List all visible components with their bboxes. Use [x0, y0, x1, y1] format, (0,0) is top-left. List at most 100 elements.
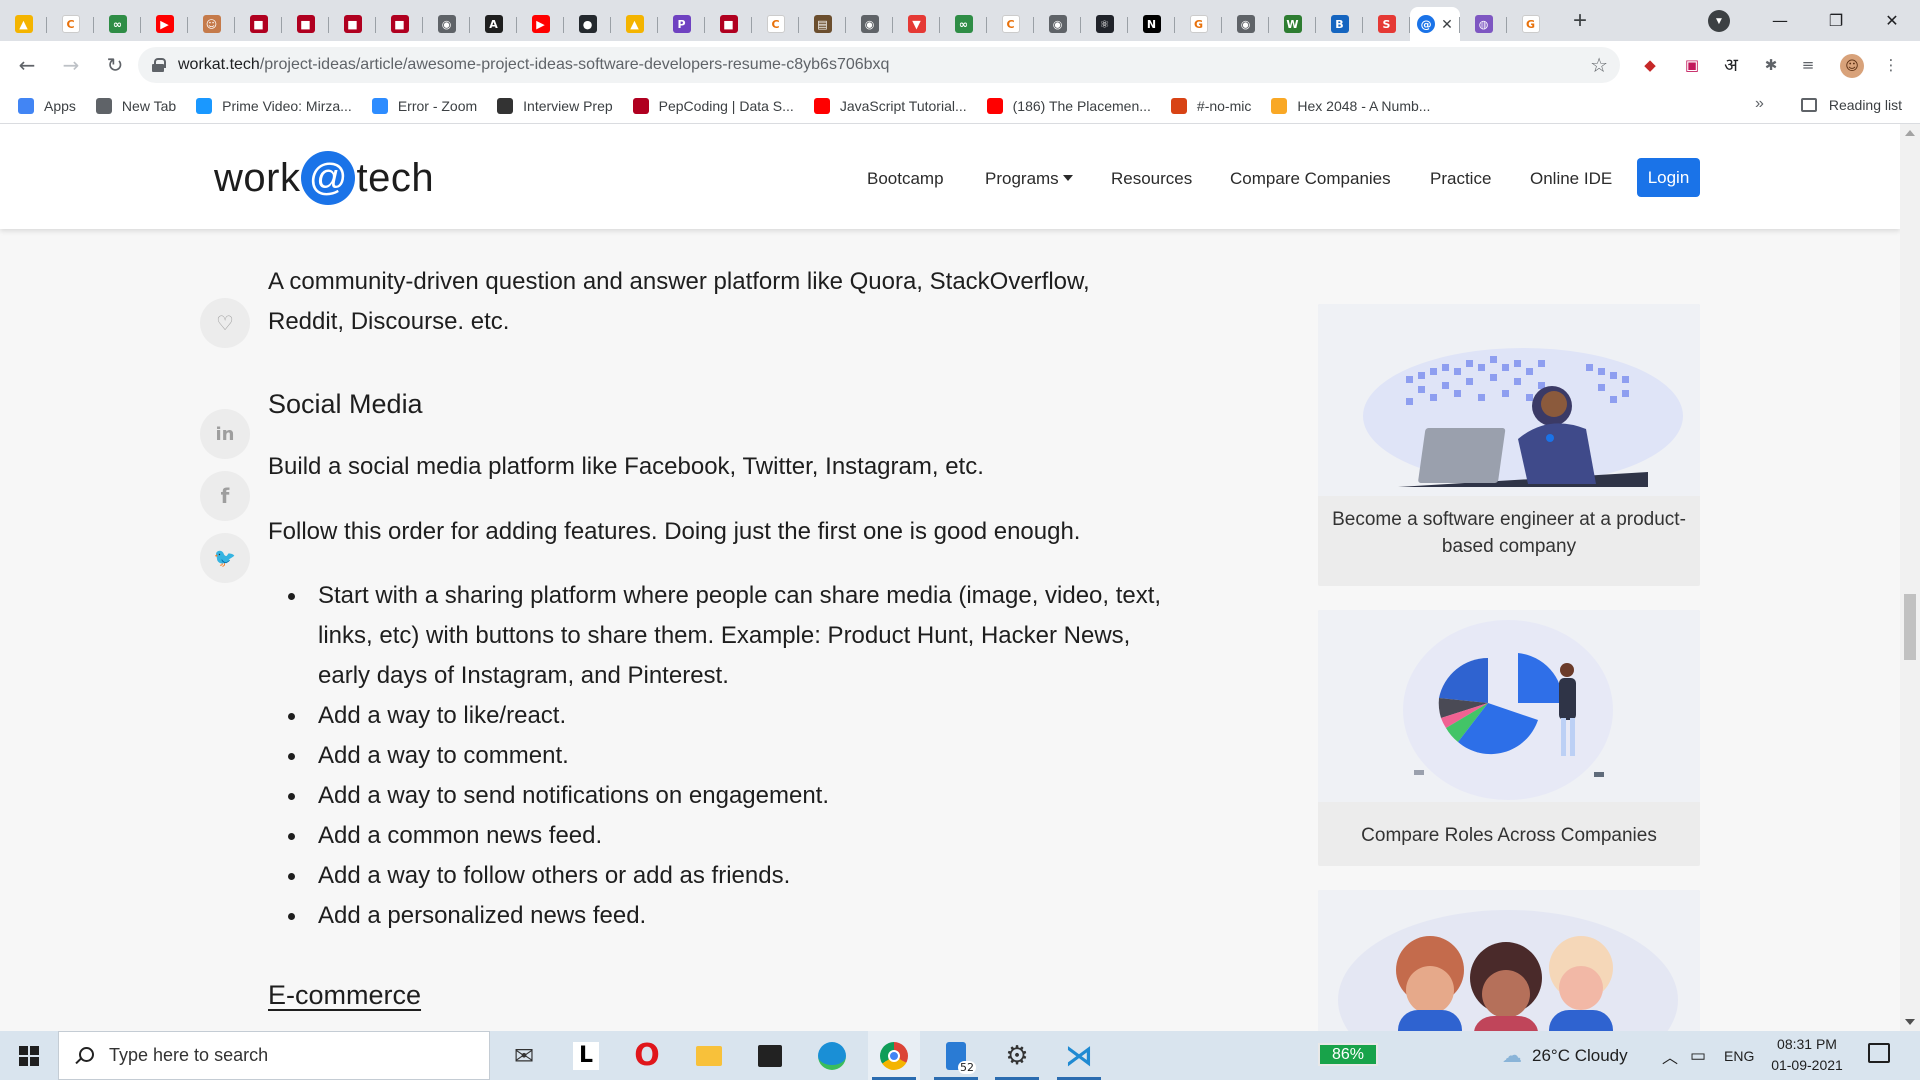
close-window-button[interactable]: ✕ — [1864, 0, 1920, 41]
reload-button[interactable]: ↻ — [98, 48, 132, 82]
bookmark-item[interactable]: New Tab — [95, 97, 176, 114]
lock-icon[interactable] — [152, 58, 166, 72]
extensions-puzzle-icon[interactable]: ✱ — [1760, 54, 1782, 76]
file-explorer-icon[interactable] — [683, 1031, 735, 1080]
weather-widget[interactable]: ☁ 26°C Cloudy — [1502, 1031, 1628, 1080]
profile-avatar-icon[interactable]: ☺ — [1840, 54, 1864, 78]
bookmark-item[interactable]: JavaScript Tutorial... — [813, 97, 967, 114]
nav-practice[interactable]: Practice — [1430, 169, 1491, 189]
forward-button[interactable]: → — [54, 48, 88, 82]
show-hidden-icons-chevron-icon[interactable]: ︿ — [1662, 1031, 1678, 1080]
chrome-taskbar-icon[interactable] — [868, 1031, 920, 1080]
vscode-icon[interactable]: ⋊ — [1053, 1031, 1105, 1080]
chrome-menu-icon[interactable]: ⋮ — [1883, 54, 1899, 76]
minimize-button[interactable]: — — [1752, 0, 1808, 41]
browser-tab[interactable]: ■ — [705, 7, 752, 41]
bookmark-item[interactable]: PepCoding | Data S... — [632, 97, 794, 114]
nav-online-ide[interactable]: Online IDE — [1530, 169, 1612, 189]
active-tab[interactable]: @ ✕ — [1410, 7, 1460, 41]
browser-tab[interactable]: A — [470, 7, 517, 41]
bookmark-item[interactable]: Interview Prep — [497, 97, 613, 114]
login-button[interactable]: Login — [1637, 158, 1700, 197]
microsoft-store-icon[interactable] — [744, 1031, 796, 1080]
phone-link-icon[interactable]: 52 — [930, 1031, 982, 1080]
close-tab-icon[interactable]: ✕ — [1441, 16, 1453, 33]
browser-tab[interactable]: B — [1316, 7, 1363, 41]
browser-tab[interactable]: ▲ — [0, 7, 47, 41]
lighthouse-l-icon[interactable]: L — [560, 1031, 612, 1080]
browser-tab[interactable]: ◉ — [423, 7, 470, 41]
bookmark-item[interactable]: Hex 2048 - A Numb... — [1271, 97, 1430, 114]
new-tab-button[interactable]: + — [1560, 4, 1600, 38]
browser-tab[interactable]: ◉ — [846, 7, 893, 41]
browser-tab[interactable]: ∞ — [94, 7, 141, 41]
tab-search-icon[interactable]: ▼ — [1708, 10, 1730, 32]
settings-gear-icon[interactable]: ⚙ — [991, 1031, 1043, 1080]
browser-tab[interactable]: P — [658, 7, 705, 41]
browser-tab[interactable]: G — [1175, 7, 1222, 41]
bookmark-item[interactable]: Prime Video: Mirza... — [196, 97, 352, 114]
battery-indicator[interactable]: 86% — [1318, 1043, 1378, 1066]
compare-roles-card[interactable]: Compare Roles Across Companies — [1318, 610, 1700, 866]
browser-tab[interactable]: ⚛ — [1081, 7, 1128, 41]
bootcamp-promo-card[interactable]: Become a software engineer at a product-… — [1318, 304, 1700, 586]
taskbar-clock[interactable]: 08:31 PM 01-09-2021 — [1752, 1034, 1862, 1076]
reading-list-button[interactable]: Reading list — [1800, 97, 1902, 113]
workattech-logo[interactable]: work @ tech — [214, 151, 434, 205]
scroll-up-arrow-icon[interactable] — [1905, 130, 1915, 136]
browser-tab[interactable]: C — [987, 7, 1034, 41]
browser-tab[interactable]: ∞ — [940, 7, 987, 41]
browser-tab[interactable]: S — [1363, 7, 1410, 41]
hindi-input-extension-icon[interactable]: अ — [1720, 54, 1742, 76]
bookmark-item[interactable]: #⁠-no-mic — [1170, 97, 1251, 114]
browser-tab[interactable]: ▲ — [611, 7, 658, 41]
nav-resources[interactable]: Resources — [1111, 169, 1192, 189]
scroll-down-arrow-icon[interactable] — [1905, 1019, 1915, 1025]
browser-tab[interactable]: ● — [564, 7, 611, 41]
edge-icon[interactable] — [806, 1031, 858, 1080]
language-indicator[interactable]: ENG — [1724, 1031, 1754, 1080]
twitter-icon[interactable]: 🐦 — [200, 533, 250, 583]
pocket-extension-icon[interactable]: ▣ — [1681, 54, 1703, 76]
nav-compare-companies[interactable]: Compare Companies — [1230, 169, 1391, 189]
page-scrollbar[interactable] — [1900, 124, 1920, 1031]
browser-tab[interactable]: ▶ — [141, 7, 188, 41]
browser-tab[interactable]: W — [1269, 7, 1316, 41]
url-text[interactable]: workat.tech/project-ideas/article/awesom… — [178, 56, 889, 74]
bookmark-item[interactable]: Error - Zoom — [371, 97, 477, 114]
browser-tab[interactable]: ■ — [235, 7, 282, 41]
mail-app-icon[interactable]: ✉ — [498, 1031, 550, 1080]
browser-tab[interactable]: ■ — [282, 7, 329, 41]
action-center-icon[interactable] — [1868, 1043, 1890, 1063]
media-control-icon[interactable]: ≡ — [1797, 54, 1819, 76]
bookmark-star-icon[interactable]: ☆ — [1590, 53, 1608, 77]
linkedin-icon[interactable]: in — [200, 409, 250, 459]
facebook-icon[interactable]: f — [200, 471, 250, 521]
like-heart-icon[interactable]: ♡ — [200, 298, 250, 348]
browser-tab[interactable]: G — [1507, 7, 1554, 41]
browser-tab[interactable]: C — [47, 7, 94, 41]
browser-tab[interactable]: ◍ — [1460, 7, 1507, 41]
browser-tab[interactable]: ◉ — [1222, 7, 1269, 41]
taskbar-search-box[interactable]: Type here to search — [58, 1031, 490, 1080]
opera-icon[interactable]: O — [621, 1031, 673, 1080]
scrollbar-thumb[interactable] — [1904, 594, 1916, 660]
browser-tab[interactable]: ▶ — [517, 7, 564, 41]
browser-tab[interactable]: ◉ — [1034, 7, 1081, 41]
section-heading-ecommerce[interactable]: E-commerce — [268, 975, 421, 1015]
team-promo-card[interactable] — [1318, 890, 1700, 1031]
address-bar[interactable]: workat.tech/project-ideas/article/awesom… — [138, 47, 1620, 83]
display-icon[interactable]: ▭ — [1690, 1031, 1706, 1080]
browser-tab[interactable]: ☺ — [188, 7, 235, 41]
bookmark-item[interactable]: Apps — [18, 97, 76, 114]
restore-button[interactable]: ❐ — [1808, 0, 1864, 41]
browser-tab[interactable]: C — [752, 7, 799, 41]
back-button[interactable]: ← — [10, 48, 44, 82]
bookmarks-overflow-button[interactable]: » — [1755, 95, 1764, 113]
shield-extension-icon[interactable]: ◆ — [1639, 54, 1661, 76]
browser-tab[interactable]: ▤ — [799, 7, 846, 41]
browser-tab[interactable]: ▼ — [893, 7, 940, 41]
browser-tab[interactable]: ■ — [329, 7, 376, 41]
browser-tab[interactable]: N — [1128, 7, 1175, 41]
start-button[interactable] — [0, 1031, 58, 1080]
